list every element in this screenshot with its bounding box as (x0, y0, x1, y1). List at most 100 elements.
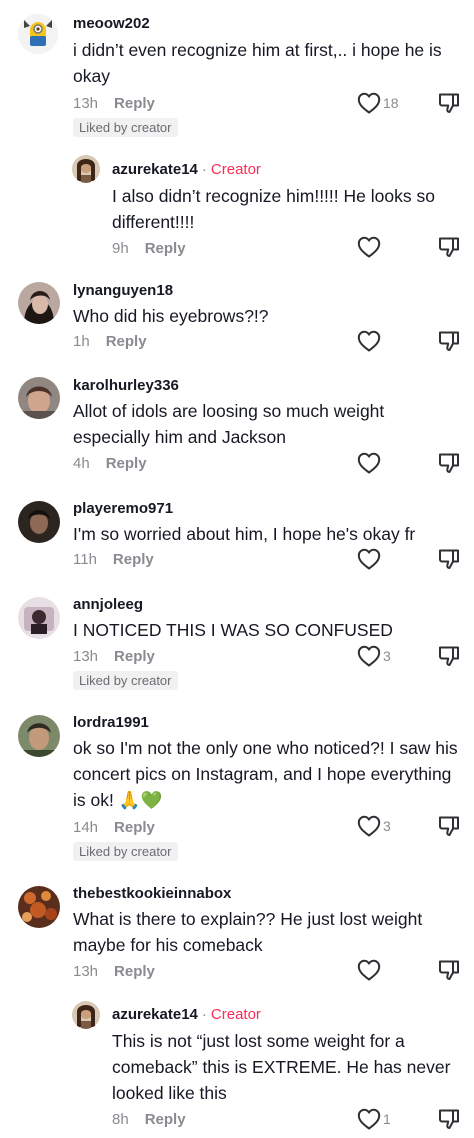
comment-time: 13h (73, 95, 99, 112)
comment-text: I NOTICED THIS I WAS SO CONFUSED (73, 620, 393, 640)
dislike-button[interactable] (438, 236, 460, 263)
heart-outline-icon (357, 330, 381, 352)
heart-outline-icon (357, 959, 381, 981)
like-button[interactable]: 3 (357, 645, 391, 667)
comment-text: I'm so worried about him, I hope he's ok… (73, 524, 416, 544)
comment-text: What is there to explain?? He just lost … (73, 909, 423, 955)
comment-username[interactable]: lordra1991 (73, 714, 149, 731)
avatar[interactable] (18, 597, 60, 639)
heart-outline-icon (357, 236, 381, 258)
avatar[interactable] (18, 501, 60, 543)
comment-username[interactable]: azurekate14 · Creator (112, 1006, 261, 1023)
comment-meta: 1h Reply (73, 333, 147, 350)
comment-time: 11h (73, 551, 97, 568)
like-button[interactable] (357, 959, 381, 981)
comment-meta: 4h Reply (73, 455, 147, 472)
liked-by-creator-badge: Liked by creator (73, 118, 178, 137)
comment-time: 14h (73, 819, 99, 836)
avatar[interactable] (18, 377, 60, 419)
avatar[interactable] (72, 1001, 100, 1029)
like-count: 18 (383, 95, 399, 111)
heart-outline-icon (357, 452, 381, 474)
comment-time: 4h (73, 455, 90, 472)
thumbs-down-icon (438, 815, 460, 837)
like-button[interactable] (357, 548, 381, 570)
comment-username[interactable]: annjoleeg (73, 596, 143, 613)
comment-meta: 13h Reply (73, 648, 155, 665)
comment-meta: 9h Reply (112, 240, 186, 257)
comment-meta: 8h Reply (112, 1111, 186, 1128)
avatar[interactable] (18, 14, 58, 54)
thumbs-down-icon (438, 330, 460, 352)
thumbs-down-icon (438, 452, 460, 474)
reply-button[interactable]: Reply (114, 963, 155, 980)
dislike-button[interactable] (438, 1108, 460, 1135)
thumbs-down-icon (438, 548, 460, 570)
comment-text: Who did his eyebrows?!? (73, 306, 269, 326)
comment-meta: 14h Reply (73, 819, 155, 836)
like-count: 3 (383, 648, 391, 664)
comment-time: 13h (73, 648, 99, 665)
comment-meta: 11h Reply (73, 551, 154, 568)
comment-text: i didn’t even recognize him at first,.. … (73, 40, 442, 86)
reply-button[interactable]: Reply (114, 648, 155, 665)
username-text[interactable]: azurekate14 (112, 161, 198, 178)
comment-time: 13h (73, 963, 99, 980)
separator-dot: · (201, 161, 207, 178)
like-count: 1 (383, 1111, 391, 1127)
thumbs-down-icon (438, 1108, 460, 1130)
dislike-button[interactable] (438, 452, 460, 479)
reply-button[interactable]: Reply (145, 240, 186, 257)
like-button[interactable]: 1 (357, 1108, 391, 1130)
dislike-button[interactable] (438, 815, 460, 842)
avatar[interactable] (18, 886, 60, 928)
avatar[interactable] (18, 715, 60, 757)
comment-text: Allot of idols are loosing so much weigh… (73, 401, 385, 447)
like-button[interactable] (357, 236, 381, 258)
thumbs-down-icon (438, 959, 460, 981)
liked-by-creator-badge: Liked by creator (73, 671, 178, 690)
comment-username[interactable]: thebestkookieinnabox (73, 885, 231, 902)
comment-time: 1h (73, 333, 90, 350)
comment-username[interactable]: meoow202 (73, 15, 150, 32)
like-button[interactable]: 3 (357, 815, 391, 837)
dislike-button[interactable] (438, 330, 460, 357)
heart-outline-icon (357, 1108, 381, 1130)
comment-time: 8h (112, 1111, 129, 1128)
thumbs-down-icon (438, 92, 460, 114)
reply-button[interactable]: Reply (113, 551, 154, 568)
avatar[interactable] (72, 155, 100, 183)
comment-text: ok so I'm not the only one who noticed?!… (73, 738, 458, 810)
heart-outline-icon (357, 92, 381, 114)
comment-meta: 13h Reply (73, 963, 155, 980)
reply-button[interactable]: Reply (114, 819, 155, 836)
comment-username[interactable]: playeremo971 (73, 500, 173, 517)
heart-outline-icon (357, 815, 381, 837)
like-count: 3 (383, 818, 391, 834)
comment-username[interactable]: azurekate14 · Creator (112, 161, 261, 178)
dislike-button[interactable] (438, 548, 460, 575)
comment-username[interactable]: lynanguyen18 (73, 282, 173, 299)
liked-by-creator-badge: Liked by creator (73, 842, 178, 861)
comment-username[interactable]: karolhurley336 (73, 377, 179, 394)
like-button[interactable] (357, 452, 381, 474)
heart-outline-icon (357, 548, 381, 570)
reply-button[interactable]: Reply (145, 1111, 186, 1128)
comment-meta: 13h Reply (73, 95, 155, 112)
comment-text: This is not “just lost some weight for a… (112, 1031, 451, 1103)
dislike-button[interactable] (438, 92, 460, 119)
like-button[interactable]: 18 (357, 92, 399, 114)
username-text[interactable]: azurekate14 (112, 1006, 198, 1023)
reply-button[interactable]: Reply (106, 333, 147, 350)
reply-button[interactable]: Reply (114, 95, 155, 112)
creator-badge: Creator (210, 161, 261, 178)
like-button[interactable] (357, 330, 381, 352)
dislike-button[interactable] (438, 645, 460, 672)
reply-button[interactable]: Reply (106, 455, 147, 472)
creator-badge: Creator (210, 1006, 261, 1023)
dislike-button[interactable] (438, 959, 460, 986)
avatar[interactable] (18, 282, 60, 324)
comment-time: 9h (112, 240, 129, 257)
thumbs-down-icon (438, 236, 460, 258)
separator-dot: · (201, 1006, 207, 1023)
